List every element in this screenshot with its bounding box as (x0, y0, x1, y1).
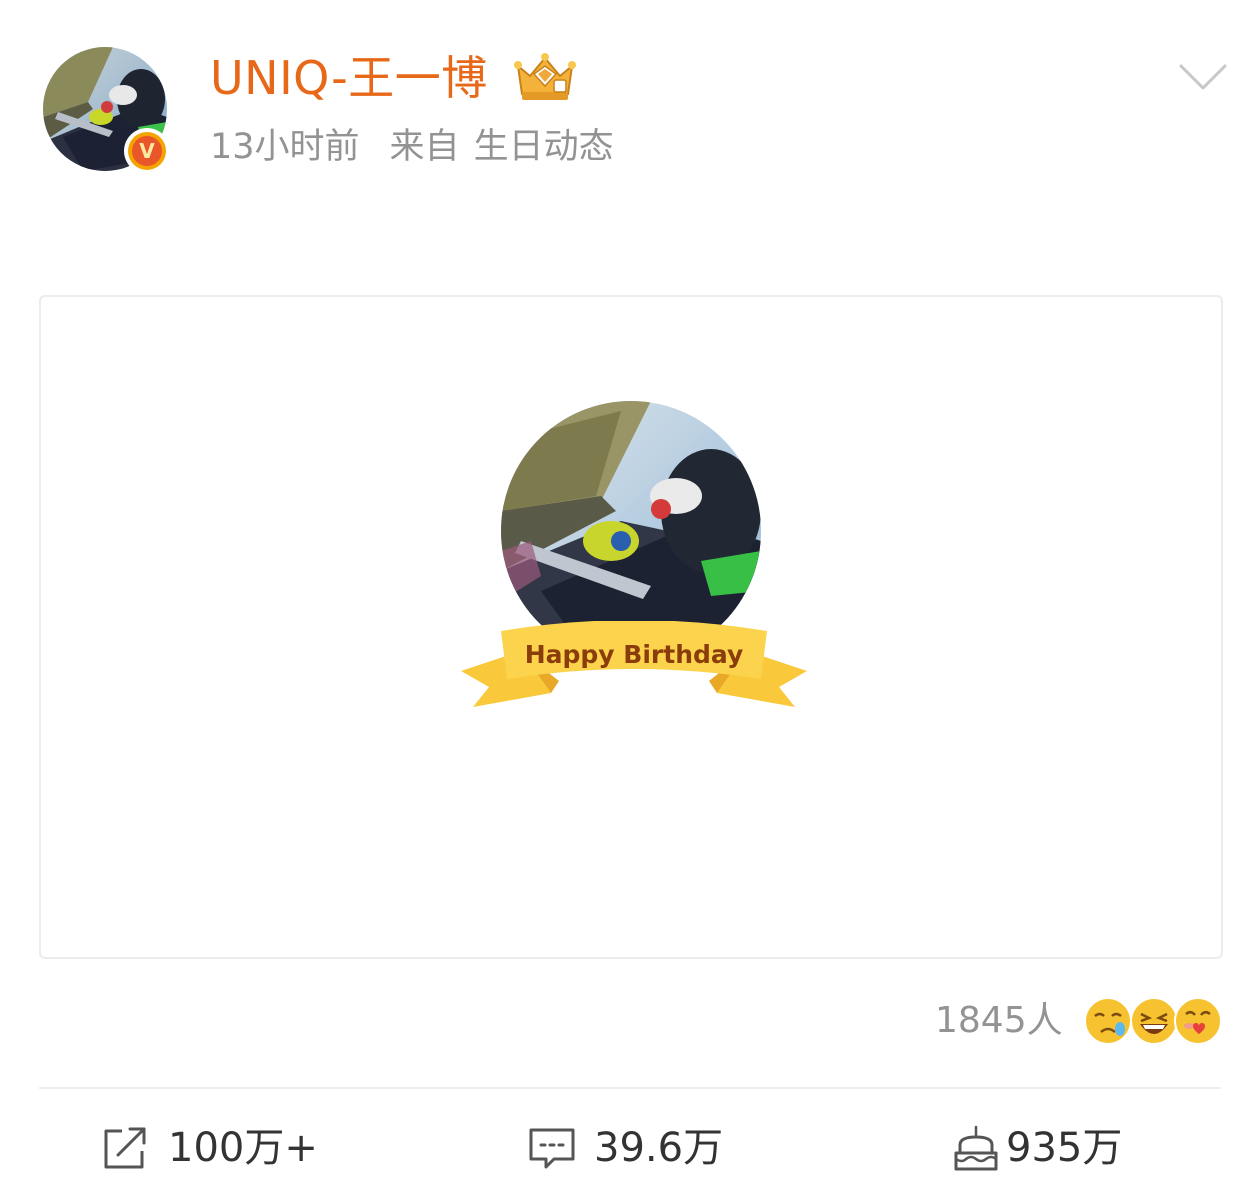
like-button[interactable]: 935万 (952, 1120, 1122, 1176)
source-label: 来自 (389, 127, 460, 167)
emoji-stack (1083, 996, 1223, 1046)
divider (39, 1087, 1221, 1089)
like-count: 935万 (1006, 1125, 1123, 1171)
post-meta: 13小时前 来自 生日动态 (210, 124, 614, 170)
comment-count: 39.6万 (594, 1125, 724, 1171)
crown-icon[interactable] (514, 52, 576, 102)
verified-badge-label: V (132, 136, 162, 166)
reaction-count: 1845人 (935, 1000, 1063, 1041)
share-icon (104, 1127, 146, 1169)
laughing-emoji-icon (1129, 997, 1178, 1045)
comment-icon (529, 1128, 575, 1169)
author-name[interactable]: UNIQ-王一博 (210, 50, 488, 106)
chevron-down-icon[interactable] (1178, 60, 1228, 94)
post-time: 13小时前 (210, 127, 360, 167)
happy-birthday-ribbon: Happy Birthday (461, 621, 807, 707)
reaction-summary[interactable]: 1845人 (935, 996, 1223, 1046)
birthday-card[interactable]: Happy Birthday (39, 295, 1223, 959)
kiss-emoji-icon (1173, 997, 1222, 1045)
weibo-post: V UNIQ-王一博 13小时前 来自 生日动态 Happy Birthday … (0, 0, 1260, 1200)
tearful-emoji-icon (1083, 997, 1132, 1045)
birthday-cake-icon (954, 1125, 998, 1171)
comment-button[interactable]: 39.6万 (526, 1120, 723, 1176)
ribbon-text: Happy Birthday (525, 640, 744, 669)
verified-badge: V (124, 128, 170, 174)
repost-button[interactable]: 100万+ (100, 1120, 318, 1176)
repost-count: 100万+ (168, 1125, 318, 1171)
birthday-graphic: Happy Birthday (461, 401, 807, 721)
source-name[interactable]: 生日动态 (474, 127, 614, 167)
